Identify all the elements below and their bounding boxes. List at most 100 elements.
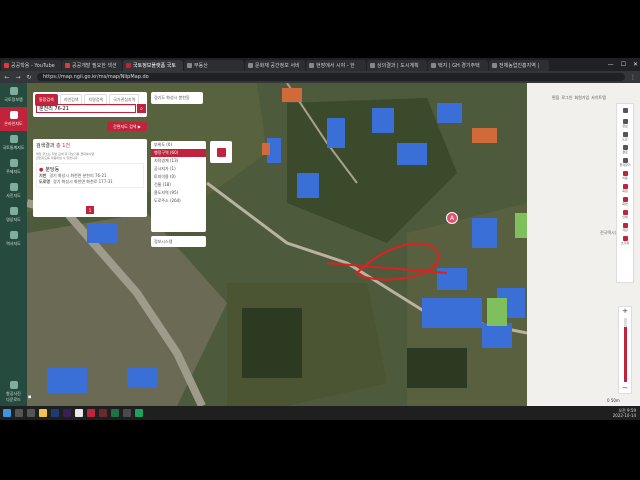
location-marker[interactable]: A bbox=[446, 212, 458, 224]
browser-tab[interactable]: 공공학용 - YouTube bbox=[1, 60, 61, 71]
page-icon bbox=[65, 63, 70, 68]
window-controls: — ☐ ✕ bbox=[608, 58, 638, 70]
file-explorer-icon[interactable] bbox=[39, 409, 47, 417]
nav-item-image-map[interactable]: 영상지도 bbox=[0, 203, 27, 227]
sitemap-link[interactable]: 사이트맵 bbox=[591, 95, 606, 101]
page-icon bbox=[492, 63, 497, 68]
satellite-map[interactable]: A ◼ bbox=[27, 83, 527, 406]
tool-print[interactable]: 인쇄 bbox=[617, 208, 633, 221]
minimize-icon[interactable]: — bbox=[608, 61, 614, 68]
info-system-dropdown[interactable]: 정보시스템 bbox=[151, 236, 206, 247]
url-input[interactable]: https://map.ngii.go.kr/ms/map/NlipMap.do bbox=[37, 73, 625, 81]
left-navigation: 국토정보맵 온라인지도 국토통계지도 주제지도 사진지도 영상지도 역사지도 항… bbox=[0, 83, 27, 406]
browser-tab[interactable]: 문화재 공간정보 서비 bbox=[245, 60, 305, 71]
forward-icon[interactable]: → bbox=[15, 74, 21, 81]
nav-item-photo-map[interactable]: 사진지도 bbox=[0, 179, 27, 203]
windows-start-icon[interactable] bbox=[3, 409, 11, 417]
task-view-icon[interactable] bbox=[27, 409, 35, 417]
layer-item[interactable]: 용도지역 (95) bbox=[151, 189, 206, 197]
app-icon[interactable] bbox=[87, 409, 95, 417]
app-icon[interactable] bbox=[123, 409, 131, 417]
reload-icon[interactable]: ↻ bbox=[26, 74, 32, 81]
tool-favorites[interactable]: 즐겨찾기 bbox=[617, 156, 633, 169]
tool-measure[interactable]: 측정 bbox=[617, 182, 633, 195]
system-tray-clock: 오전 9:59 2022-10-14 bbox=[613, 406, 636, 420]
maximize-icon[interactable]: ☐ bbox=[621, 61, 626, 68]
layer-item[interactable]: 건물 (18) bbox=[151, 181, 206, 189]
map-application: 국토정보맵 온라인지도 국토통계지도 주제지도 사진지도 영상지도 역사지도 항… bbox=[0, 83, 640, 406]
back-icon[interactable]: ← bbox=[4, 74, 10, 81]
history-icon bbox=[9, 231, 18, 239]
layer-location[interactable]: 경기도 화성시 봉천동 bbox=[151, 92, 203, 104]
browser-tab[interactable]: 현장에서 시야 - 한 bbox=[306, 60, 366, 71]
nav-item-stats-map[interactable]: 국토통계지도 bbox=[0, 131, 27, 155]
photo-icon bbox=[9, 183, 18, 191]
menu-icon[interactable]: ⋮ bbox=[630, 74, 636, 81]
layers-icon bbox=[622, 108, 628, 113]
page-icon bbox=[309, 63, 314, 68]
page-icon bbox=[126, 63, 131, 68]
nav-item-history-map[interactable]: 역사지도 bbox=[0, 227, 27, 251]
layer-item[interactable]: 공시지가 (1) bbox=[151, 165, 206, 173]
photoshop-icon[interactable] bbox=[51, 409, 59, 417]
zoom-level-fill bbox=[623, 327, 627, 382]
result-item[interactable]: ● 분당동 지번 경기 화성시 화천면 분천리 76-21 도로명 경기 화성시 화천… bbox=[36, 163, 144, 188]
layer-item[interactable]: 도로주소 (264) bbox=[151, 197, 206, 205]
tool-move[interactable]: 이동 bbox=[617, 169, 633, 182]
search-button[interactable]: ⌕ bbox=[137, 104, 146, 113]
layer-item[interactable]: 토지이용 (0) bbox=[151, 173, 206, 181]
detail-search-button[interactable]: 간편지도 검색 ▶ bbox=[107, 122, 147, 131]
page-icon bbox=[187, 63, 192, 68]
logo-icon bbox=[9, 87, 18, 95]
tool-info[interactable]: 정보 bbox=[617, 117, 633, 130]
browser-tab-strip: 공공학용 - YouTube 공공개발 필요한 섹션 국토정보플랫폼 국토 부동… bbox=[0, 58, 640, 71]
browser-tab[interactable]: 택지 | GH 경기주택 bbox=[428, 60, 488, 71]
browser-tab[interactable]: 공공개발 필요한 섹션 bbox=[62, 60, 122, 71]
nav-item-logo[interactable]: 국토정보맵 bbox=[0, 83, 27, 107]
taskbar bbox=[0, 406, 640, 420]
browser-tab[interactable]: 부동산 bbox=[184, 60, 244, 71]
zoom-slider[interactable] bbox=[623, 318, 627, 382]
youtube-icon bbox=[4, 63, 9, 68]
search-icon[interactable] bbox=[15, 409, 23, 417]
tool-reset[interactable]: 초기화 bbox=[617, 234, 633, 247]
layer-item[interactable]: 부위도 (0) bbox=[151, 141, 206, 149]
premiere-icon[interactable] bbox=[63, 409, 71, 417]
app-icon[interactable] bbox=[135, 409, 143, 417]
tool-road[interactable]: 도로 bbox=[617, 130, 633, 143]
chrome-icon[interactable] bbox=[75, 409, 83, 417]
layer-item-selected[interactable]: 행정구역 (60) bbox=[151, 149, 206, 157]
browser-tab[interactable]: 전체농업진흥지역 | bbox=[489, 60, 549, 71]
browser-tab-active[interactable]: 국토정보플랫폼 국토 bbox=[123, 60, 183, 71]
app-icon[interactable] bbox=[99, 409, 107, 417]
chart-icon bbox=[9, 135, 18, 143]
tool-layers[interactable] bbox=[617, 104, 633, 117]
nav-item-theme-map[interactable]: 주제지도 bbox=[0, 155, 27, 179]
browser-tab[interactable]: 상의결과 | 도시계획 bbox=[367, 60, 427, 71]
page-icon bbox=[370, 63, 375, 68]
zoom-in-icon[interactable]: + bbox=[619, 307, 631, 316]
zoom-out-icon[interactable]: − bbox=[619, 384, 631, 393]
login-link[interactable]: 로그인 bbox=[561, 95, 572, 101]
signup-link[interactable]: 회원가입 bbox=[574, 95, 589, 101]
edit-link[interactable]: 편집 bbox=[552, 95, 559, 101]
layer-icon bbox=[216, 147, 226, 157]
map-attribution: ◼ bbox=[28, 394, 32, 399]
excel-icon[interactable] bbox=[111, 409, 119, 417]
page-number[interactable]: 1 bbox=[86, 206, 94, 214]
nav-item-download[interactable]: 항공사진 다운로드 bbox=[0, 380, 27, 404]
tool-screen[interactable]: 화면 bbox=[617, 195, 633, 208]
nav-item-online-map[interactable]: 온라인지도 bbox=[0, 107, 27, 131]
theme-icon bbox=[9, 159, 18, 167]
layer-item[interactable]: 지적경계 (13) bbox=[151, 157, 206, 165]
screen: 공공학용 - YouTube 공공개발 필요한 섹션 국토정보플랫폼 국토 부동… bbox=[0, 0, 640, 480]
tool-save[interactable]: 저장 bbox=[617, 221, 633, 234]
tool-route[interactable]: 경로 bbox=[617, 143, 633, 156]
satellite-imagery bbox=[27, 83, 527, 406]
results-title: 검색결과 총 1건 bbox=[36, 143, 70, 149]
map-toolbar: 정보 도로 경로 즐겨찾기 이동 측정 화면 인쇄 저장 초기화 bbox=[616, 103, 634, 283]
layer-toggle-button[interactable] bbox=[210, 141, 232, 163]
search-input[interactable]: 분천리 76-21 bbox=[36, 104, 136, 113]
close-icon[interactable]: ✕ bbox=[633, 61, 638, 68]
search-results: 검색결과 총 1건 해당 주소는 지번 검색 후 더보기를 클릭하시면 관련지도… bbox=[33, 139, 147, 217]
